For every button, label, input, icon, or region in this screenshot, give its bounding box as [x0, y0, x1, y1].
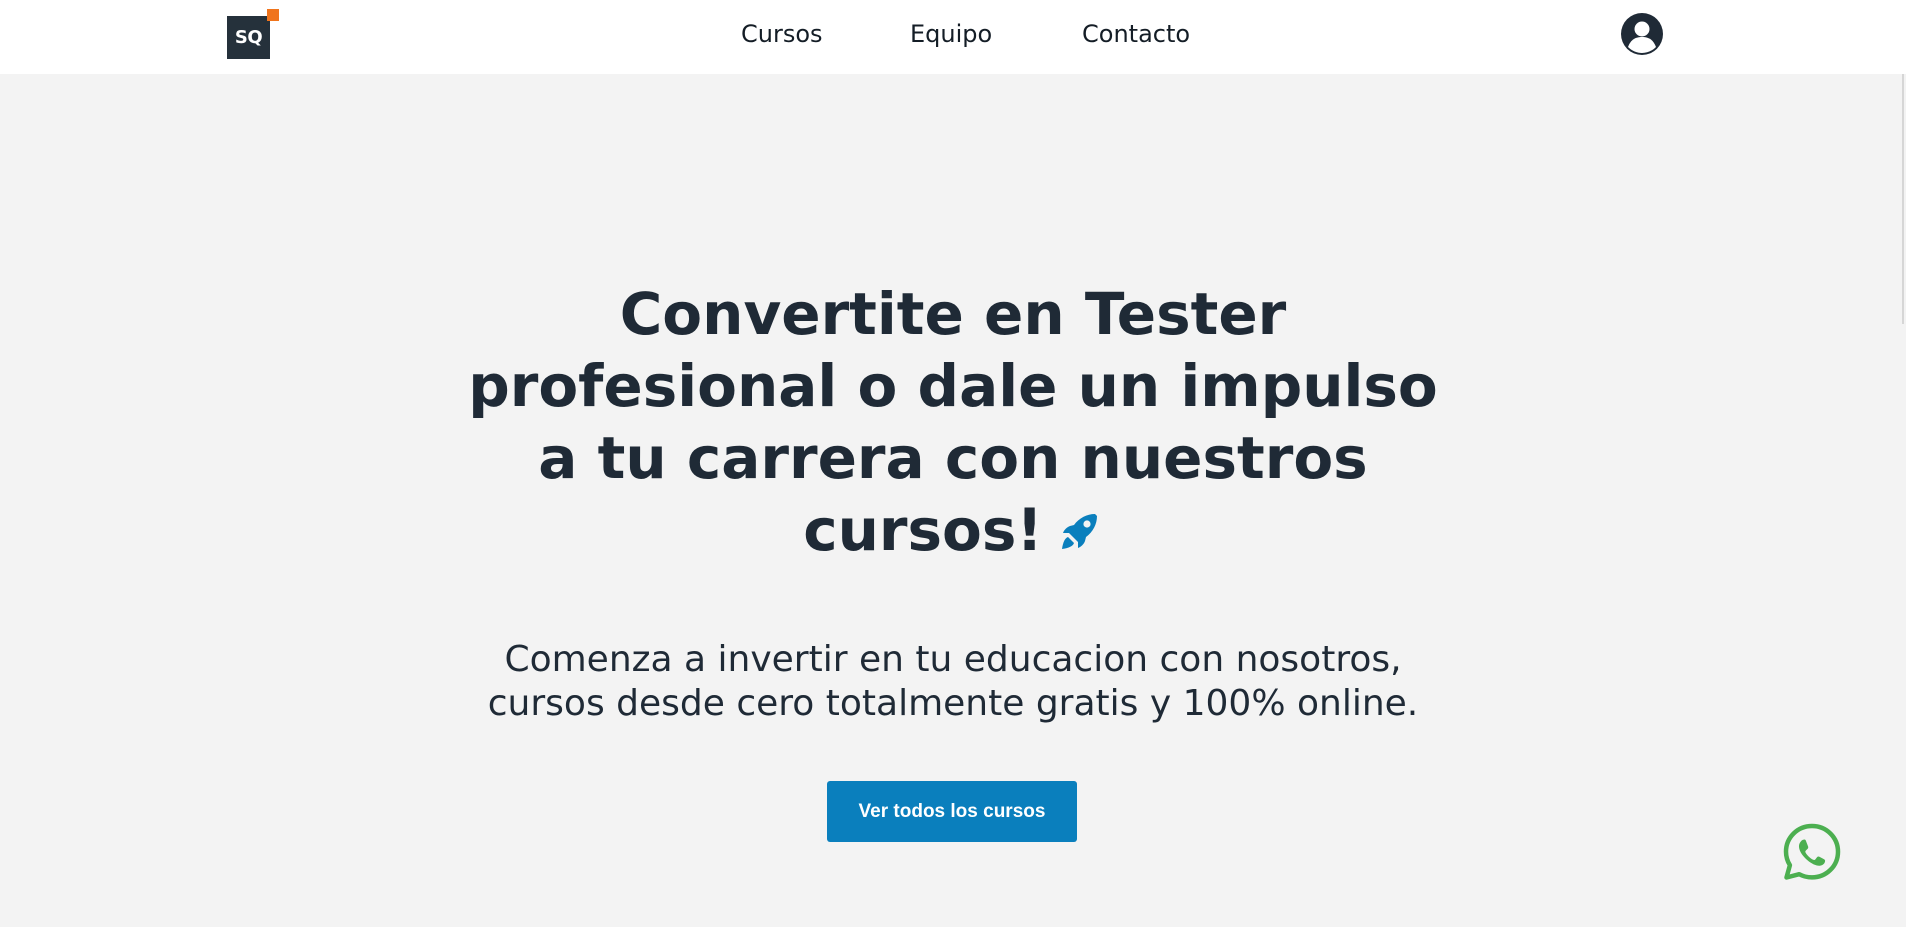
hero-title: Convertite en Tester profesional o dale …	[453, 278, 1453, 566]
hero-subtitle: Comenza a invertir en tu educacion con n…	[453, 638, 1453, 726]
hero-title-text: Convertite en Tester profesional o dale …	[468, 280, 1438, 564]
view-all-courses-button[interactable]: Ver todos los cursos	[827, 781, 1077, 842]
top-navbar: SQ Cursos Equipo Contacto	[0, 0, 1906, 74]
scrollbar[interactable]	[1902, 74, 1904, 324]
nav-link-contacto[interactable]: Contacto	[1082, 20, 1190, 48]
nav-link-equipo[interactable]: Equipo	[910, 20, 992, 48]
user-circle-icon[interactable]	[1620, 12, 1664, 56]
nav-link-cursos[interactable]: Cursos	[741, 20, 823, 48]
hero-subtitle-line2: cursos desde cero totalmente gratis y 10…	[487, 683, 1419, 724]
whatsapp-icon[interactable]	[1782, 822, 1842, 882]
hero-subtitle-line1: Comenza a invertir en tu educacion con n…	[504, 639, 1402, 680]
rocket-icon	[1061, 514, 1097, 549]
